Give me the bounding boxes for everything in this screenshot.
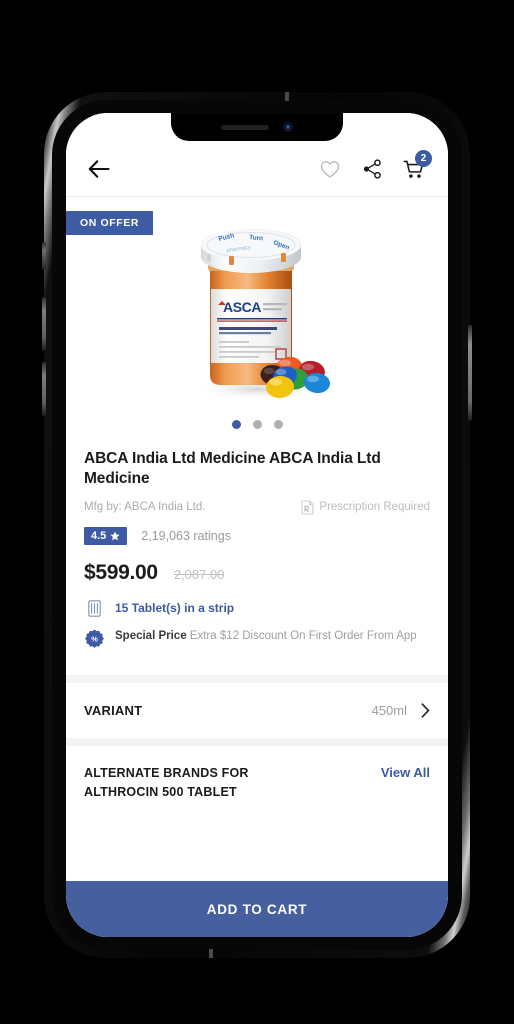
arrow-left-icon [88,160,110,178]
antenna-line [285,92,289,101]
variant-label: VARIANT [84,702,143,718]
cart-count-badge: 2 [415,150,432,167]
pill-bottle-with-colored-tablets-icon: ASCA Push Turn Open pharmacy [195,229,330,400]
antenna-line [209,949,213,958]
svg-text:%: % [91,635,98,644]
front-camera-icon [283,122,293,132]
earpiece-speaker-icon [221,124,269,130]
product-scroll-area[interactable]: ON OFFER ASCA Push Turn Open pharmacy AB… [66,197,448,881]
price-row: $599.00 2,087.00 [84,561,430,585]
variant-value-group: 450ml [372,703,430,718]
pack-icon-wrap [84,599,104,617]
app-root: 2 ON OFFER ASCA Push Turn Open pharmacy … [66,113,448,937]
add-to-cart-button[interactable]: ADD TO CART [66,881,448,937]
star-icon [110,531,120,541]
special-price-label: Special Price [115,629,187,642]
chevron-right-icon [421,703,430,718]
svg-text:Turn: Turn [249,234,264,242]
pack-info-label: 15 Tablet(s) in a strip [115,600,235,615]
offer-icon-wrap: % [84,628,104,648]
percent-badge-icon: % [84,629,104,648]
view-all-button[interactable]: View All [381,764,430,780]
gallery-dot-2[interactable] [252,420,262,429]
svg-text:ASCA: ASCA [223,299,261,315]
special-price-row: % Special Price Extra $12 Discount On Fi… [84,628,430,648]
variant-selector-row[interactable]: VARIANT 450ml [66,682,448,738]
on-offer-badge: ON OFFER [66,211,154,235]
section-separator [66,737,448,746]
alternate-brands-section: ALTERNATE BRANDS FOR ALTHROCIN 500 TABLE… [66,745,448,824]
rating-badge: 4.5 [84,526,128,545]
cart-button[interactable]: 2 [398,150,432,184]
product-rating-row: 4.5 2,19,063 ratings [84,526,430,545]
product-title: ABCA India Ltd Medicine ABCA India Ltd M… [84,450,381,488]
product-meta-row: Mfg by: ABCA India Ltd. Prescription Req… [84,500,430,515]
special-price-detail: Extra $12 Discount On First Order From A… [186,629,417,642]
back-button[interactable] [84,154,114,184]
volume-up-button[interactable] [42,297,46,351]
phone-notch [171,113,343,141]
prescription-document-icon [301,500,314,515]
pack-info-row: 15 Tablet(s) in a strip [84,599,430,617]
price-current: $599.00 [84,560,158,584]
prescription-required-label: Prescription Required [319,501,430,514]
special-price-text: Special Price Extra $12 Discount On Firs… [115,628,417,644]
tablet-strip-icon [87,600,101,617]
share-button[interactable] [356,154,388,184]
volume-down-button[interactable] [42,362,46,416]
price-original: 2,087.00 [173,566,225,582]
product-gallery[interactable]: ON OFFER ASCA Push Turn Open pharmacy [66,197,448,445]
power-button[interactable] [468,325,472,421]
manufacturer-label: Mfg by: ABCA India Ltd. [84,501,206,514]
ratings-count: 2,19,063 ratings [141,528,231,543]
product-image[interactable]: ASCA Push Turn Open pharmacy [66,219,448,405]
section-separator [66,674,448,683]
phone-device-frame: 2 ON OFFER ASCA Push Turn Open pharmacy … [42,92,472,958]
prescription-required-chip: Prescription Required [301,500,430,515]
mute-switch[interactable] [42,242,46,270]
product-info-block: ABCA India Ltd Medicine ABCA India Ltd M… [66,445,448,675]
gallery-dot-3[interactable] [273,420,283,429]
wishlist-button[interactable] [314,154,346,184]
phone-screen: 2 ON OFFER ASCA Push Turn Open pharmacy … [66,113,448,937]
rating-value: 4.5 [91,529,107,542]
share-icon [363,159,381,179]
heart-icon [320,160,340,178]
gallery-dots[interactable] [66,420,448,429]
variant-value: 450ml [371,702,407,718]
gallery-dot-1[interactable] [231,420,241,429]
alternate-brands-title: ALTERNATE BRANDS FOR ALTHROCIN 500 TABLE… [84,765,249,799]
